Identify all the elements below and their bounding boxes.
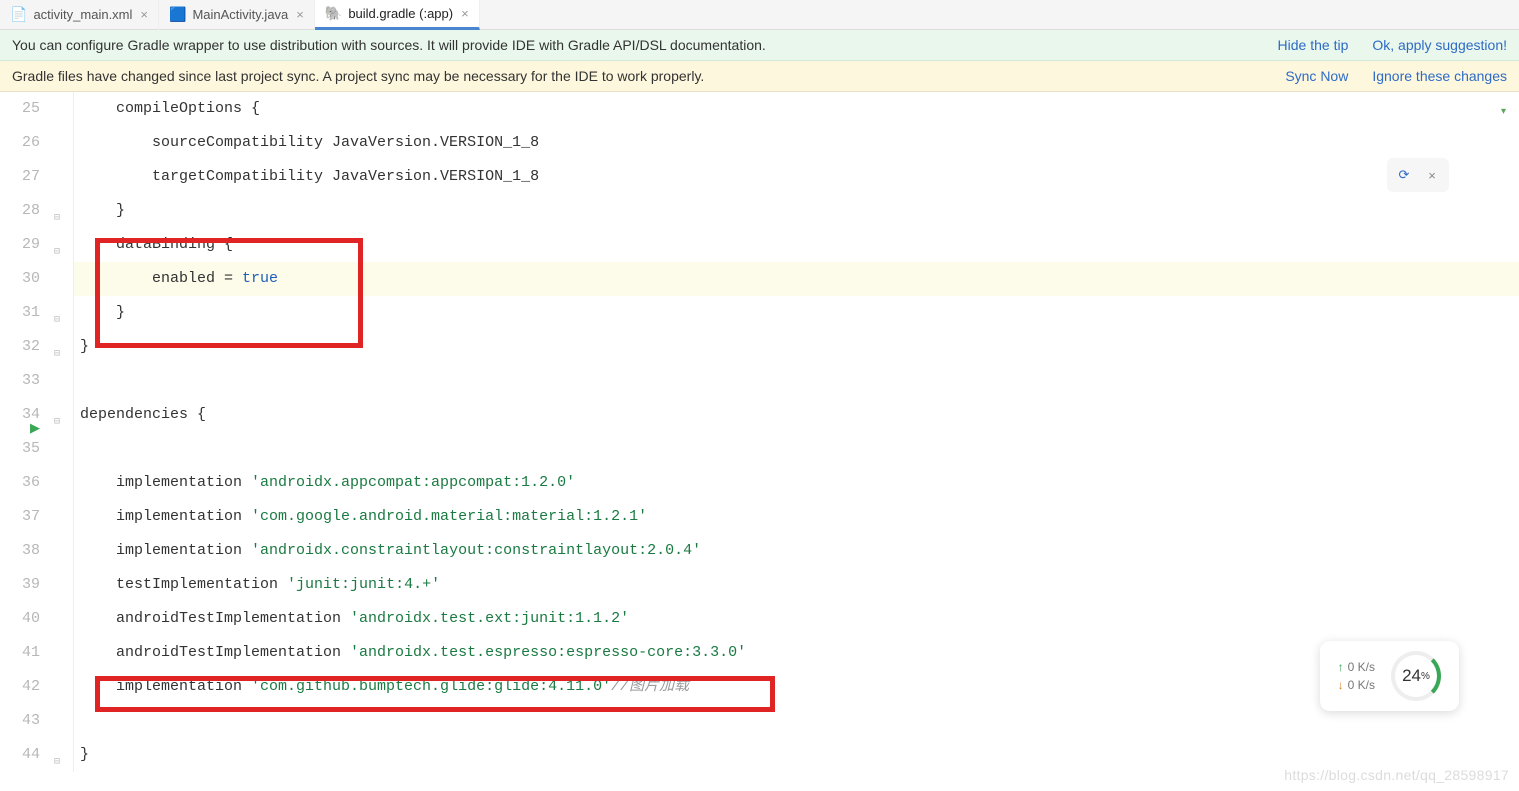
gradle-file-icon: 🐘	[325, 5, 342, 22]
line-number: 41	[0, 636, 40, 670]
line-number: 35	[0, 432, 40, 466]
line-number: 37	[0, 500, 40, 534]
line-number: 27	[0, 160, 40, 194]
line-number: 36	[0, 466, 40, 500]
gauge-unit: %	[1421, 671, 1430, 682]
line-number: 31	[0, 296, 40, 330]
scrollbar-marker-icon: ▾	[1501, 106, 1517, 116]
tab-label: activity_main.xml	[33, 7, 132, 22]
code-line: }	[74, 330, 1519, 364]
gauge-value: 24	[1402, 666, 1421, 686]
close-icon[interactable]: ×	[140, 7, 148, 22]
line-number: 40	[0, 602, 40, 636]
editor-tabs: 📄 activity_main.xml × 🟦 MainActivity.jav…	[0, 0, 1519, 30]
apply-suggestion-link[interactable]: Ok, apply suggestion!	[1372, 37, 1507, 53]
code-line: implementation 'com.github.bumptech.glid…	[74, 670, 1519, 704]
line-number: 38	[0, 534, 40, 568]
line-number: 30	[0, 262, 40, 296]
code-line: implementation 'com.google.android.mater…	[74, 500, 1519, 534]
line-number: 29	[0, 228, 40, 262]
tab-label: build.gradle (:app)	[348, 6, 453, 21]
fold-marker-icon[interactable]: ⊟	[54, 236, 66, 248]
fold-marker-icon[interactable]: ⊟	[54, 202, 66, 214]
network-speed-widget: 0 K/s 0 K/s 24%	[1320, 641, 1459, 711]
watermark-text: https://blog.csdn.net/qq_28598917	[1284, 767, 1509, 783]
code-line: }	[74, 194, 1519, 228]
fold-marker-icon[interactable]: ⊟	[54, 304, 66, 316]
code-editor[interactable]: 25 26 27 28 29 30 31 32 33 34 35 36 37 3…	[0, 92, 1519, 772]
line-number: 28	[0, 194, 40, 228]
line-number: 42	[0, 670, 40, 704]
banner-text: Gradle files have changed since last pro…	[12, 68, 704, 84]
fold-marker-icon[interactable]: ⊟	[54, 746, 66, 758]
fold-marker-icon[interactable]: ⊟	[54, 406, 66, 418]
code-line	[74, 704, 1519, 738]
tab-build-gradle[interactable]: 🐘 build.gradle (:app) ×	[315, 0, 480, 30]
code-line	[74, 432, 1519, 466]
line-number: 25	[0, 92, 40, 126]
usage-gauge: 24%	[1391, 651, 1441, 701]
close-toolbar-icon[interactable]: ×	[1421, 164, 1443, 186]
fold-marker-icon[interactable]: ⊟	[54, 338, 66, 350]
hide-tip-link[interactable]: Hide the tip	[1278, 37, 1349, 53]
code-line: dataBinding {	[74, 228, 1519, 262]
xml-file-icon: 📄	[10, 6, 27, 23]
tab-label: MainActivity.java	[192, 7, 288, 22]
line-number: 43	[0, 704, 40, 738]
code-line: androidTestImplementation 'androidx.test…	[74, 636, 1519, 670]
run-gutter-icon[interactable]: ▶	[30, 420, 40, 436]
code-content[interactable]: compileOptions { sourceCompatibility Jav…	[74, 92, 1519, 772]
editor-float-toolbar: ⟳ ×	[1387, 158, 1449, 192]
line-number-gutter: 25 26 27 28 29 30 31 32 33 34 35 36 37 3…	[0, 92, 50, 772]
code-line	[74, 364, 1519, 398]
gradle-sync-icon[interactable]: ⟳	[1393, 164, 1415, 186]
java-file-icon: 🟦	[169, 6, 186, 23]
download-speed: 0 K/s	[1338, 678, 1375, 692]
gradle-sync-banner: Gradle files have changed since last pro…	[0, 61, 1519, 92]
code-line: testImplementation 'junit:junit:4.+'	[74, 568, 1519, 602]
line-number: 44	[0, 738, 40, 772]
code-line: sourceCompatibility JavaVersion.VERSION_…	[74, 126, 1519, 160]
line-number: 26	[0, 126, 40, 160]
code-line: implementation 'androidx.appcompat:appco…	[74, 466, 1519, 500]
code-line: dependencies {	[74, 398, 1519, 432]
code-line: implementation 'androidx.constraintlayou…	[74, 534, 1519, 568]
line-number: 32	[0, 330, 40, 364]
close-icon[interactable]: ×	[296, 7, 304, 22]
code-line: }	[74, 296, 1519, 330]
code-line: enabled = true	[74, 262, 1519, 296]
tab-activity-main[interactable]: 📄 activity_main.xml ×	[0, 0, 159, 30]
gradle-tip-banner: You can configure Gradle wrapper to use …	[0, 30, 1519, 61]
sync-now-link[interactable]: Sync Now	[1285, 68, 1348, 84]
code-line: targetCompatibility JavaVersion.VERSION_…	[74, 160, 1519, 194]
code-line: androidTestImplementation 'androidx.test…	[74, 602, 1519, 636]
tab-main-activity[interactable]: 🟦 MainActivity.java ×	[159, 0, 315, 30]
upload-speed: 0 K/s	[1338, 660, 1375, 674]
fold-column: ⊟ ⊟ ⊟ ⊟ ⊟ ⊟	[50, 92, 74, 772]
close-icon[interactable]: ×	[461, 6, 469, 21]
line-number: 33	[0, 364, 40, 398]
banner-text: You can configure Gradle wrapper to use …	[12, 37, 766, 53]
line-number: 39	[0, 568, 40, 602]
ignore-changes-link[interactable]: Ignore these changes	[1372, 68, 1507, 84]
code-line: compileOptions {	[74, 92, 1519, 126]
